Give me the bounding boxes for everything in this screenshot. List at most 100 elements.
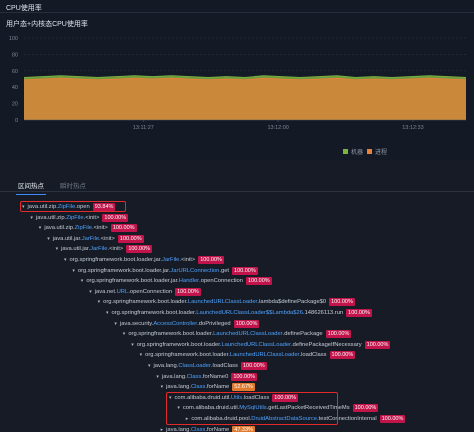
percent-badge: 100.00% xyxy=(329,298,355,307)
divider xyxy=(0,12,474,13)
call-tree-row[interactable]: ▾ java.net. URL .openConnection 100.00% xyxy=(89,287,201,297)
frame-method: .loadClass xyxy=(210,363,238,369)
frame-class: JarURLConnection xyxy=(170,267,220,274)
tab-interval-hotspot[interactable]: 区间热点 xyxy=(16,180,46,195)
chevron-down-icon[interactable]: ▾ xyxy=(72,268,75,274)
frame-class: ClassLoader xyxy=(178,363,211,369)
percent-badge: 100.00% xyxy=(379,415,406,423)
frame-method: .<init> xyxy=(179,257,196,263)
frame-package: java.util.zip. xyxy=(44,225,75,232)
frame-method: .<init> xyxy=(99,235,115,242)
frame-class: ZipFile xyxy=(74,225,93,232)
frame-class: JarFile xyxy=(162,257,180,263)
frame-method: .get xyxy=(219,267,230,274)
chevron-down-icon[interactable]: ▾ xyxy=(56,246,59,252)
percent-badge: 100.00% xyxy=(231,372,258,381)
chevron-down-icon[interactable]: ▾ xyxy=(140,352,143,358)
call-tree-row[interactable]: ▾ org.springframework.boot.loader.jar. Jar… xyxy=(64,255,224,265)
chevron-down-icon[interactable]: ▾ xyxy=(64,257,67,263)
percent-badge: 100.00% xyxy=(232,266,258,275)
frame-method: .definePackageIfNecessary xyxy=(291,341,362,348)
call-tree-row[interactable]: ▾ java.util.zip. ZipFile .<init> 100.00% xyxy=(39,223,137,233)
legend-item-machine[interactable]: 机器 xyxy=(343,147,363,156)
call-tree-row[interactable]: ▾ org.springframework.boot.loader. Launche… xyxy=(131,340,391,350)
x-tick-label: 13:12:33 xyxy=(402,125,423,131)
x-tick-label: 13:11:27 xyxy=(133,125,154,131)
frame-package: java.lang. xyxy=(153,363,179,369)
frame-package: java.lang. xyxy=(161,373,187,380)
hotspot-tabs: 区间热点 瞬时热点 xyxy=(0,176,474,195)
call-tree-row[interactable]: ▾ java.util.jar. JarFile .<init> 100.00% xyxy=(56,244,153,254)
frame-method: .<init> xyxy=(92,225,108,232)
chevron-down-icon[interactable]: ▾ xyxy=(161,384,164,390)
chevron-down-icon[interactable]: ▾ xyxy=(148,363,151,369)
call-tree-row[interactable]: ▾ java.util.jar. JarFile .<init> 100.00% xyxy=(47,234,144,244)
tab-instant-hotspot[interactable]: 瞬时热点 xyxy=(60,180,86,190)
chevron-down-icon[interactable]: ▾ xyxy=(47,236,50,242)
percent-badge: 47.33% xyxy=(232,425,255,432)
call-tree-row[interactable]: ▾ org.springframework.boot.loader.jar. Han… xyxy=(81,276,272,286)
call-tree-row[interactable]: ▾ org.springframework.boot.loader. Launche… xyxy=(140,350,356,360)
frame-package: java.security. xyxy=(119,320,154,327)
call-tree-row[interactable]: ▾ org.springframework.boot.loader. Launche… xyxy=(123,329,352,339)
chevron-down-icon[interactable]: ▾ xyxy=(123,331,126,337)
call-tree-row[interactable]: ▾ org.springframework.boot.loader. Launche… xyxy=(98,297,355,307)
frame-package: java.util.jar. xyxy=(52,235,82,242)
call-tree-row[interactable]: ▾ java.util.zip. ZipFile .<init> 100.00% xyxy=(30,213,129,223)
chevron-down-icon[interactable]: ▾ xyxy=(81,278,84,284)
frame-package: org.springframework.boot.loader.jar. xyxy=(86,278,179,285)
frame-method: .openConnection xyxy=(199,278,243,285)
percent-badge: 100.00% xyxy=(325,330,352,339)
legend-swatch-machine xyxy=(343,149,348,154)
frame-class: Class xyxy=(190,426,206,432)
chevron-down-icon[interactable]: ▾ xyxy=(39,225,42,231)
frame-package: org.springframework.boot.loader. xyxy=(136,341,222,348)
chevron-down-icon[interactable]: ▾ xyxy=(98,299,101,305)
chevron-down-icon[interactable]: ▾ xyxy=(131,342,134,348)
legend-item-process[interactable]: 进程 xyxy=(367,147,387,156)
call-tree: ▾ java.util.zip. ZipFile .open 93.84% ▾ java.u… xyxy=(0,198,474,432)
call-tree-row[interactable]: ▾ java.lang. ClassLoader .loadClass 100.00% xyxy=(148,361,267,371)
call-tree-row[interactable]: ▾ java.security. AccessController .doPrivil… xyxy=(114,319,260,329)
frame-package: java.net. xyxy=(94,288,117,295)
legend-label-process: 进程 xyxy=(375,150,388,156)
chart-legend: 机器 进程 xyxy=(343,147,387,156)
frame-package: org.springframework.boot.loader. xyxy=(111,310,197,316)
call-tree-row[interactable]: ▸ java.lang. Class .forName 47.33% xyxy=(161,425,255,432)
percent-badge: 52.67% xyxy=(232,383,255,392)
chevron-down-icon[interactable]: ▾ xyxy=(106,310,109,316)
cpu-panel: CPU使用率 用户态+内核态CPU使用率 100 80 60 40 20 0 13:11:2… xyxy=(0,0,474,160)
percent-badge: 100.00% xyxy=(198,256,224,264)
percent-badge: 100.00% xyxy=(346,309,372,317)
frame-class: LaunchedURLClassLoader xyxy=(229,352,300,359)
chevron-down-icon[interactable]: ▾ xyxy=(89,289,92,295)
frame-class: JarFile xyxy=(81,235,100,242)
chevron-right-icon[interactable]: ▸ xyxy=(161,427,164,432)
percent-badge: 100.00% xyxy=(329,351,356,360)
chevron-down-icon[interactable]: ▾ xyxy=(30,215,33,221)
call-tree-row[interactable]: ▾ java.lang. Class .forName 52.67% xyxy=(161,382,255,392)
y-tick-label: 60 xyxy=(12,69,18,75)
cpu-usage-chart: 100 80 60 40 20 0 13:11:27 13:12:00 13:12:33 xyxy=(9,36,467,131)
percent-badge: 100.00% xyxy=(126,245,153,254)
highlight-box-top-frame xyxy=(20,201,126,212)
call-tree-row[interactable]: ▾ java.lang. Class .forName0 100.00% xyxy=(156,372,258,382)
legend-label-machine: 机器 xyxy=(351,150,364,156)
chevron-down-icon[interactable]: ▾ xyxy=(156,374,159,380)
frame-class: ZipFile xyxy=(66,214,84,221)
frame-package: org.springframework.boot.loader.jar. xyxy=(69,257,162,263)
y-tick-label: 80 xyxy=(12,52,18,58)
frame-class: AccessController xyxy=(153,320,198,327)
percent-badge: 100.00% xyxy=(352,404,379,413)
frame-method: .lambda$definePackage$0 xyxy=(257,299,327,306)
x-tick-label: 13:12:00 xyxy=(267,125,288,131)
series-area-process xyxy=(24,78,466,120)
chevron-down-icon[interactable]: ▾ xyxy=(114,321,117,327)
frame-method: .loadClass xyxy=(299,352,327,359)
frame-method: .forName xyxy=(205,426,230,432)
frame-class: URL xyxy=(116,288,129,295)
frame-class: LaunchedURLClassLoader$$Lambda$26 xyxy=(196,310,303,316)
call-tree-row[interactable]: ▾ org.springframework.boot.loader.jar. Jar… xyxy=(72,266,258,276)
frame-package: org.springframework.boot.loader. xyxy=(145,352,230,359)
call-tree-row[interactable]: ▾ org.springframework.boot.loader. Launche… xyxy=(106,308,372,318)
